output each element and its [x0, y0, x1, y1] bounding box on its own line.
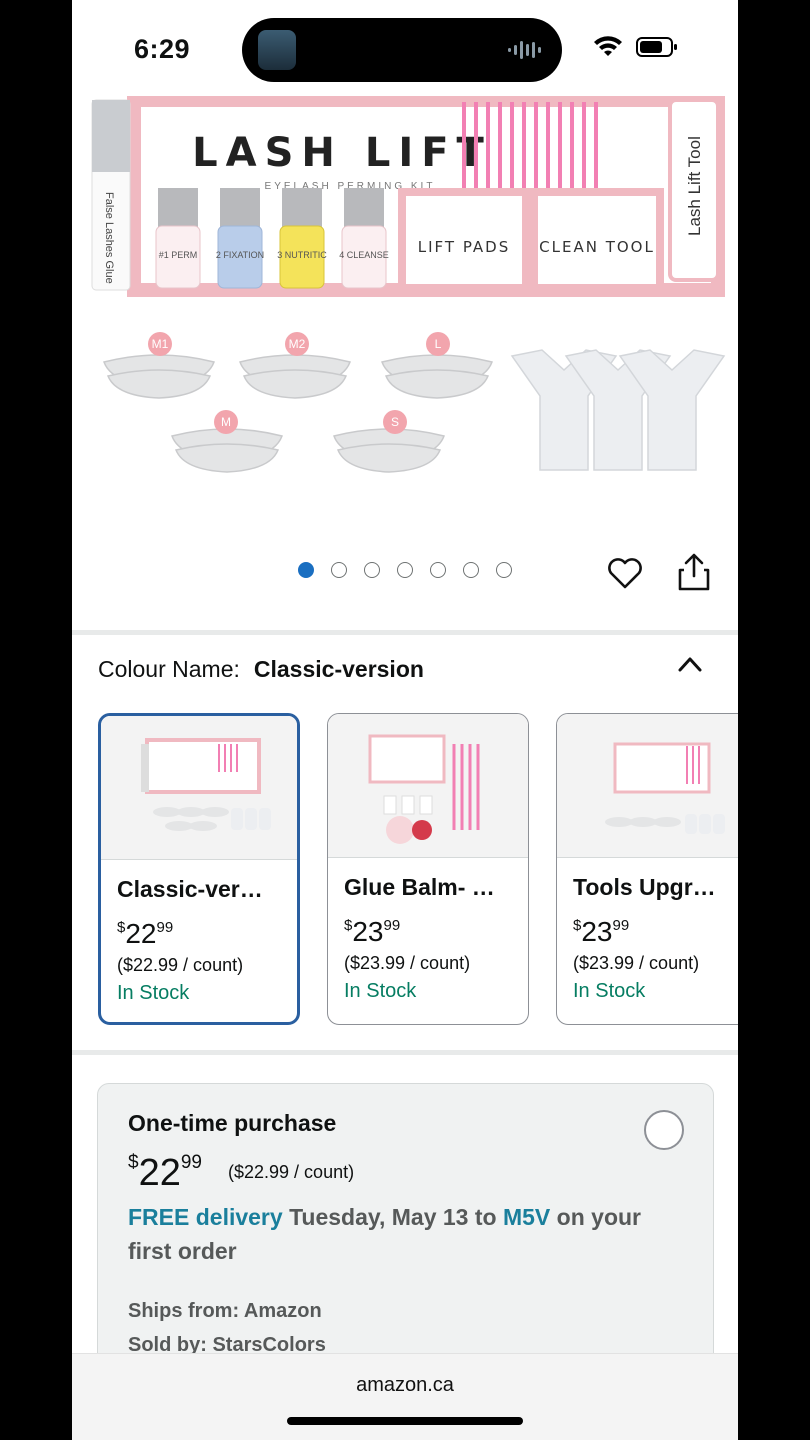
product-image: False Lashes Glue LASH LIFT EYELASH PERM…	[91, 93, 726, 473]
ships-from: Ships from: Amazon	[128, 1300, 322, 1322]
dynamic-island[interactable]	[242, 18, 562, 82]
bottle-label-1: #1 PERM	[159, 250, 198, 260]
carousel-dots[interactable]	[298, 562, 512, 578]
variant-name: Tools Upgr…	[573, 874, 716, 900]
rod-label-m1: M1	[152, 337, 169, 351]
colour-name-value: Classic-version	[253, 656, 424, 682]
carousel-dot[interactable]	[298, 562, 314, 578]
rod-label-s: S	[391, 415, 399, 429]
variant-name: Classic-ver…	[117, 876, 263, 902]
purchase-unit-price: ($22.99 / count)	[228, 1162, 355, 1182]
rod-label-m2: M2	[289, 337, 306, 351]
variant-thumbnail	[557, 714, 738, 858]
carousel-dot[interactable]	[430, 562, 446, 578]
url-text[interactable]: amazon.ca	[72, 1374, 738, 1397]
bottle-label-4: 4 CLEANSE	[339, 250, 389, 260]
variant-price: $2299	[117, 918, 174, 949]
section-divider	[72, 1050, 738, 1055]
postal-code-link[interactable]: M5V	[503, 1204, 550, 1230]
variant-card-glue-balm[interactable]: Glue Balm- … $2399 ($23.99 / count) In S…	[327, 713, 529, 1025]
heart-icon[interactable]	[606, 554, 644, 592]
purchase-option-radio[interactable]	[644, 1110, 684, 1150]
free-delivery-link[interactable]: FREE delivery	[128, 1204, 283, 1230]
lash-lift-tool-label: Lash Lift Tool	[685, 136, 704, 236]
seller-info: Ships from: Amazon Sold by: StarsColors	[128, 1294, 326, 1362]
purchase-option-title: One-time purchase	[128, 1110, 337, 1136]
delivery-to: to	[474, 1204, 497, 1230]
battery-icon	[636, 37, 677, 57]
colour-name-row: Colour Name: Classic-version	[98, 656, 424, 683]
purchase-price: $2299	[128, 1152, 202, 1194]
bottle-label-2: 2 FIXATION	[216, 250, 264, 260]
carousel-dot[interactable]	[331, 562, 347, 578]
variant-stock-status: In Stock	[344, 980, 417, 1002]
now-playing-thumbnail	[258, 30, 296, 70]
variant-thumbnail	[328, 714, 528, 858]
lash-lift-y-tools	[510, 349, 726, 471]
audio-wave-icon	[508, 41, 541, 59]
variant-card-classic[interactable]: Classic-ver… $2299 ($22.99 / count) In S…	[98, 713, 300, 1025]
variant-thumbnail	[101, 716, 297, 860]
home-indicator[interactable]	[287, 1417, 523, 1425]
image-title: LASH LIFT	[192, 130, 492, 176]
carousel-dot[interactable]	[397, 562, 413, 578]
carousel-dot[interactable]	[463, 562, 479, 578]
glue-label: False Lashes Glue	[103, 192, 115, 284]
variant-price: $2399	[573, 916, 630, 947]
variant-stock-status: In Stock	[573, 980, 646, 1002]
clean-tool-label: CLEAN TOOL	[539, 238, 655, 256]
carousel-dot[interactable]	[364, 562, 380, 578]
delivery-date: Tuesday, May 13	[289, 1204, 469, 1230]
delivery-info: FREE delivery Tuesday, May 13 to M5V on …	[128, 1200, 658, 1268]
colour-name-label: Colour Name:	[98, 656, 240, 682]
variant-unit-price: ($23.99 / count)	[344, 953, 471, 973]
silicone-rods	[103, 354, 493, 473]
rod-label-l: L	[435, 337, 442, 351]
bottle-label-3: 3 NUTRITIC	[277, 250, 327, 260]
variant-card-tools-upgrade[interactable]: Tools Upgr… $2399 ($23.99 / count) In St…	[556, 713, 738, 1025]
browser-url-bar[interactable]: amazon.ca	[72, 1353, 738, 1440]
variant-name: Glue Balm- …	[344, 874, 495, 900]
variant-list[interactable]: Classic-ver… $2299 ($22.99 / count) In S…	[98, 713, 738, 1025]
status-bar: 6:29	[72, 0, 738, 100]
section-divider	[72, 630, 738, 635]
variant-unit-price: ($22.99 / count)	[117, 955, 244, 975]
rod-label-m: M	[221, 415, 231, 429]
variant-price: $2399	[344, 916, 401, 947]
variant-stock-status: In Stock	[117, 982, 190, 1004]
variant-unit-price: ($23.99 / count)	[573, 953, 700, 973]
share-icon[interactable]	[676, 552, 712, 592]
lift-pads-label: LIFT PADS	[418, 238, 511, 256]
carousel-dot[interactable]	[496, 562, 512, 578]
phone-screen: 6:29 False Lashes Glue LASH LIFT EYELASH…	[72, 0, 738, 1440]
chevron-up-icon[interactable]	[676, 652, 704, 676]
product-image-carousel[interactable]: False Lashes Glue LASH LIFT EYELASH PERM…	[72, 93, 738, 536]
status-time: 6:29	[134, 34, 191, 64]
wifi-icon	[594, 36, 622, 56]
